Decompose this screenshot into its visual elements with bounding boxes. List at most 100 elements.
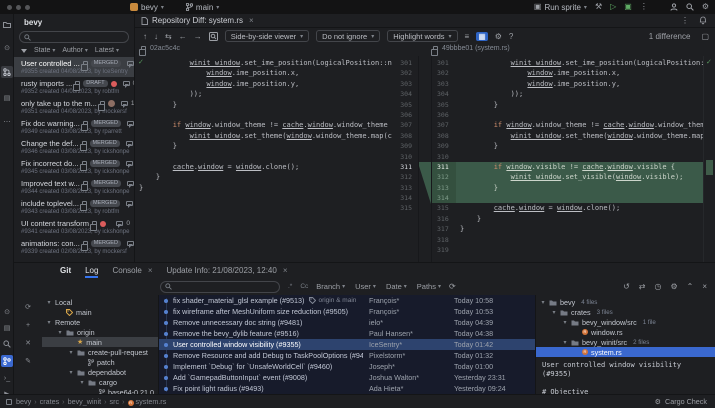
code-line[interactable]: }	[456, 214, 703, 224]
forward-icon[interactable]: →	[194, 32, 202, 41]
maximize-window-icon[interactable]	[25, 4, 30, 10]
delete-branch-icon[interactable]: ✕	[22, 337, 34, 349]
chevron-expanded-icon[interactable]: ▾	[79, 379, 85, 386]
pr-list-item[interactable]: rusty imports ...DRAFT0#9352 created 04/…	[14, 77, 134, 97]
regex-toggle[interactable]: .*	[288, 283, 292, 290]
commit-row[interactable]: Fix point light radius (#9493) Ada Hieta*…	[159, 383, 535, 394]
file-node-window.rs[interactable]: Rwindow.rs	[536, 327, 715, 337]
commit-row[interactable]: Remove the bevy_dylib feature (#9516) Pau…	[159, 328, 535, 339]
log-settings-icon[interactable]: ⚙	[670, 282, 677, 291]
tab-log[interactable]: Log	[85, 263, 99, 278]
code-line[interactable]: window.ime_position.x,	[456, 68, 703, 78]
close-panel-icon[interactable]: ×	[702, 282, 707, 291]
branch-node-patch[interactable]: patch	[42, 357, 158, 367]
code-line[interactable]: winit_window.set_ime_position(LogicalPos…	[456, 58, 703, 68]
code-line[interactable]	[135, 203, 392, 213]
commit-row[interactable]: Remove unnecessary doc string (#9481) iel…	[159, 317, 535, 328]
match-case-toggle[interactable]: Cc	[300, 283, 308, 290]
pr-list-item[interactable]: Improved text w...MERGED0#9344 created 0…	[14, 177, 134, 197]
code-line[interactable]	[456, 245, 703, 255]
code-line[interactable]: }	[456, 224, 703, 234]
jump-to-source-icon[interactable]	[208, 31, 218, 41]
date-filter[interactable]: Date ▾	[386, 282, 407, 291]
state-filter[interactable]: State ▾	[34, 47, 55, 54]
code-line[interactable]: }	[135, 141, 392, 151]
left-revision[interactable]: 02ac5c4c	[139, 45, 180, 56]
branch-node-dependabot[interactable]: ▾ dependabot	[42, 367, 158, 377]
pr-list-item[interactable]: User controlled ...MERGED0#9355 created …	[14, 57, 134, 77]
commit-row[interactable]: Remove Resource and add Debug to TaskPoo…	[159, 350, 535, 361]
todo-icon[interactable]: ▤	[1, 322, 13, 334]
chevron-expanded-icon[interactable]: ▾	[46, 319, 52, 326]
breadcrumb-item[interactable]: src	[110, 397, 120, 406]
pr-list-item[interactable]: Fix doc warning...MERGED0#9349 created 0…	[14, 117, 134, 137]
more-icon[interactable]: ⋮	[681, 16, 689, 25]
window-controls[interactable]	[7, 4, 30, 10]
code-line[interactable]: winit_window.set_visible(window.visible)…	[456, 172, 703, 183]
tab-repository-diff[interactable]: Repository Diff: system.rs ×	[141, 16, 254, 25]
file-node-bevy-winit-src[interactable]: ▾ bevy_winit/src 2 files	[536, 337, 715, 347]
problems-icon[interactable]: ⊙	[1, 306, 13, 318]
notifications-bell-icon[interactable]	[699, 16, 707, 25]
commit-row[interactable]: fix wireframe after MeshUniform size red…	[159, 306, 535, 317]
author-filter[interactable]: Author ▾	[62, 47, 88, 54]
chevron-expanded-icon[interactable]: ▾	[46, 299, 52, 306]
close-tab-icon[interactable]: ×	[283, 266, 288, 275]
back-icon[interactable]: ←	[179, 32, 187, 41]
code-line[interactable]	[456, 110, 703, 120]
branch-filter[interactable]: Branch ▾	[316, 282, 345, 291]
code-line[interactable]: }	[456, 182, 703, 194]
expand-panel-icon[interactable]: ⌃	[687, 282, 694, 291]
edit-branch-icon[interactable]: ✎	[22, 355, 34, 367]
chevron-expanded-icon[interactable]: ▾	[551, 309, 557, 316]
code-line[interactable]	[135, 110, 392, 120]
code-line[interactable]: }	[456, 100, 703, 110]
compare-icon[interactable]: ⇄	[639, 282, 646, 291]
debug-icon[interactable]: ▣	[624, 2, 632, 12]
branch-node-main[interactable]: ★ main	[42, 337, 158, 347]
commit-icon[interactable]: ⊙	[1, 42, 13, 54]
code-line[interactable]: cache.window = window.clone();	[135, 162, 392, 172]
highlight-mode-dropdown[interactable]: Highlight words ▾	[387, 30, 458, 42]
branch-selector[interactable]: main ▾	[185, 3, 219, 12]
run-configuration[interactable]: ▣ Run sprite ▾	[534, 2, 587, 12]
change-marker[interactable]	[706, 160, 713, 175]
reload-icon[interactable]: ↺	[623, 282, 630, 291]
pr-list-item[interactable]: only take up to the m... 1 #9351 created 0…	[14, 97, 134, 117]
code-line[interactable]: ));	[456, 89, 703, 99]
history-icon[interactable]: ◷	[654, 282, 661, 291]
help-icon[interactable]: ?	[509, 32, 513, 41]
branch-node-cargo[interactable]: ▾ cargo	[42, 377, 158, 387]
code-line[interactable]: if window.window_theme != cache.window.w…	[135, 120, 392, 130]
more-tools-icon[interactable]: ⋯	[1, 116, 13, 128]
code-line[interactable]: window.ime_position.y,	[456, 79, 703, 89]
branch-node-create-pull-request[interactable]: ▾ create-pull-request	[42, 347, 158, 357]
user-filter[interactable]: User ▾	[355, 282, 376, 291]
commit-row[interactable]: fix shader_material_glsl example (#9513)…	[159, 295, 535, 306]
code-line[interactable]: ));	[135, 89, 392, 99]
git-tool-icon[interactable]	[1, 355, 13, 367]
pr-list-item[interactable]: animations: con...MERGED0#9339 created 0…	[14, 237, 134, 257]
code-line[interactable]	[456, 193, 703, 204]
fetch-icon[interactable]: ⟳	[22, 301, 34, 313]
breadcrumb-item[interactable]: bevy	[16, 397, 31, 406]
chevron-expanded-icon[interactable]: ▾	[68, 349, 74, 356]
project-icon[interactable]	[1, 18, 13, 30]
background-task[interactable]: ⚙ Cargo Check	[655, 397, 707, 406]
viewer-mode-dropdown[interactable]: Side-by-side viewer ▾	[224, 30, 310, 42]
chevron-expanded-icon[interactable]: ▾	[68, 369, 74, 376]
right-revision[interactable]: 49bbbe01 (system.rs)	[431, 45, 510, 56]
commit-row[interactable]: User controlled window visibility (#9355…	[159, 339, 535, 350]
branch-node-remote[interactable]: ▾ Remote	[42, 317, 158, 327]
editor-gear-icon[interactable]: ▢	[701, 32, 709, 41]
close-tab-icon[interactable]: ×	[249, 16, 254, 25]
close-window-icon[interactable]	[7, 4, 12, 10]
file-node-crates[interactable]: ▾ crates 3 files	[536, 307, 715, 317]
code-line[interactable]: winit_window.set_theme(window.window_the…	[135, 131, 392, 141]
file-node-system.rs[interactable]: Rsystem.rs	[536, 347, 715, 357]
scrollbar-error-stripe[interactable]: ✓	[703, 56, 715, 262]
file-node-bevy-window-src[interactable]: ▾ bevy_window/src 1 file	[536, 317, 715, 327]
branch-node-main[interactable]: main	[42, 307, 158, 317]
refresh-log-icon[interactable]: ⟳	[449, 282, 456, 291]
code-line[interactable]: }	[135, 183, 392, 193]
